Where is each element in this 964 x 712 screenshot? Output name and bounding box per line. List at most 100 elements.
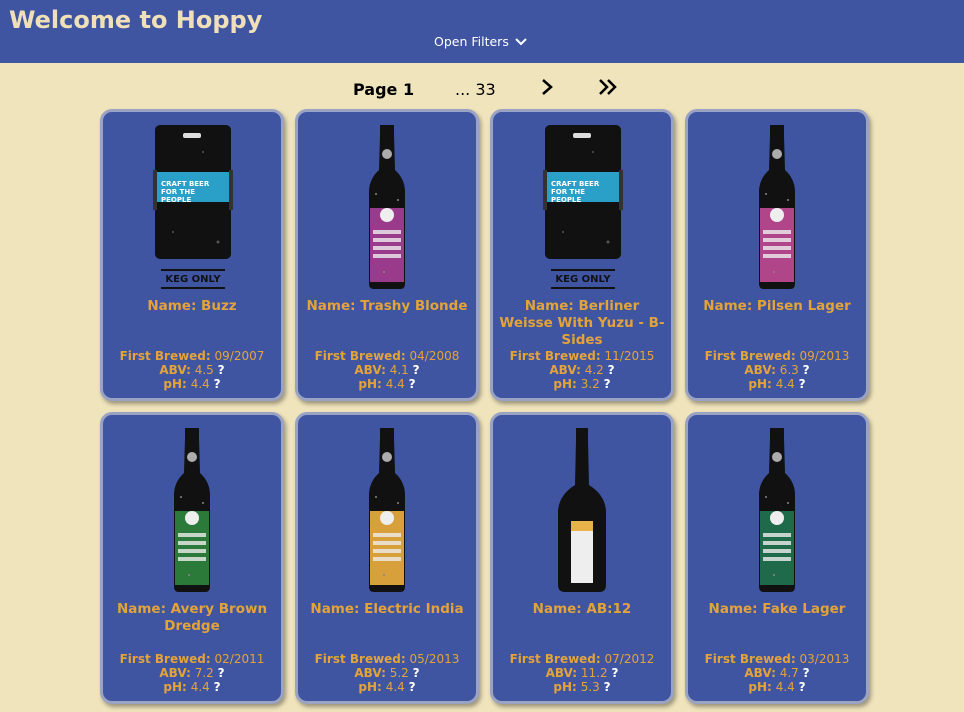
abv-help-icon[interactable]: ? bbox=[803, 363, 810, 377]
chevron-right-icon[interactable] bbox=[540, 78, 554, 96]
beer-card[interactable]: Name: Electric India First Brewed: 05/20… bbox=[295, 412, 479, 704]
beer-stats: First Brewed: 05/2013 ABV: 5.2 ? pH: 4.4… bbox=[298, 652, 476, 694]
beer-card[interactable]: Name: Trashy Blonde First Brewed: 04/200… bbox=[295, 109, 479, 401]
ph-help-icon[interactable]: ? bbox=[604, 680, 611, 694]
abv-row: ABV: 4.1 ? bbox=[298, 363, 476, 377]
ph-label: pH: bbox=[553, 377, 577, 391]
bottle-icon bbox=[298, 425, 476, 595]
abv-help-icon[interactable]: ? bbox=[218, 363, 225, 377]
abv-row: ABV: 4.7 ? bbox=[688, 666, 866, 680]
abv-value: 4.7 bbox=[779, 666, 799, 680]
ph-value: 5.3 bbox=[580, 680, 600, 694]
first-brewed-row: First Brewed: 09/2013 bbox=[688, 349, 866, 363]
svg-text:PEOPLE: PEOPLE bbox=[161, 196, 191, 204]
abv-row: ABV: 11.2 ? bbox=[493, 666, 671, 680]
beer-stats: First Brewed: 11/2015 ABV: 4.2 ? pH: 3.2… bbox=[493, 349, 671, 391]
first-brewed-value: 02/2011 bbox=[214, 652, 265, 666]
first-brewed-label: First Brewed: bbox=[314, 349, 406, 363]
ph-help-icon[interactable]: ? bbox=[799, 377, 806, 391]
double-chevron-right-icon[interactable] bbox=[598, 78, 618, 96]
beer-card[interactable]: CRAFT BEER FOR THE PEOPLE KEG ONLY Name:… bbox=[100, 109, 284, 401]
abv-help-icon[interactable]: ? bbox=[413, 363, 420, 377]
ph-label: pH: bbox=[748, 377, 772, 391]
bottle-icon bbox=[688, 425, 866, 595]
ph-value: 4.4 bbox=[775, 377, 795, 391]
app-header: Welcome to Hoppy Open Filters bbox=[0, 0, 964, 63]
bottle-icon bbox=[688, 122, 866, 292]
tall-bottle-icon bbox=[493, 425, 671, 595]
ph-help-icon[interactable]: ? bbox=[214, 377, 221, 391]
svg-text:KEG ONLY: KEG ONLY bbox=[555, 274, 611, 285]
open-filters-toggle[interactable]: Open Filters bbox=[434, 34, 527, 49]
first-brewed-row: First Brewed: 05/2013 bbox=[298, 652, 476, 666]
beer-stats: First Brewed: 09/2013 ABV: 6.3 ? pH: 4.4… bbox=[688, 349, 866, 391]
abv-label: ABV: bbox=[744, 363, 776, 377]
svg-text:FOR THE: FOR THE bbox=[161, 188, 195, 196]
abv-help-icon[interactable]: ? bbox=[803, 666, 810, 680]
abv-help-icon[interactable]: ? bbox=[608, 363, 615, 377]
beer-name: Name: Pilsen Lager bbox=[703, 298, 851, 314]
abv-value: 11.2 bbox=[580, 666, 608, 680]
abv-help-icon[interactable]: ? bbox=[218, 666, 225, 680]
abv-value: 4.1 bbox=[389, 363, 409, 377]
bottle-icon bbox=[103, 425, 281, 595]
ph-value: 4.4 bbox=[775, 680, 795, 694]
app-title: Welcome to Hoppy bbox=[9, 6, 263, 34]
first-brewed-value: 09/2013 bbox=[799, 349, 850, 363]
first-brewed-row: First Brewed: 09/2007 bbox=[103, 349, 281, 363]
abv-label: ABV: bbox=[159, 666, 191, 680]
first-brewed-value: 03/2013 bbox=[799, 652, 850, 666]
ph-row: pH: 4.4 ? bbox=[103, 680, 281, 694]
ph-help-icon[interactable]: ? bbox=[409, 377, 416, 391]
beer-card[interactable]: Name: Avery Brown Dredge First Brewed: 0… bbox=[100, 412, 284, 704]
abv-row: ABV: 6.3 ? bbox=[688, 363, 866, 377]
abv-help-icon[interactable]: ? bbox=[611, 666, 618, 680]
svg-text:PEOPLE: PEOPLE bbox=[551, 196, 581, 204]
ph-value: 4.4 bbox=[385, 377, 405, 391]
svg-text:KEG ONLY: KEG ONLY bbox=[165, 274, 221, 285]
last-page-link[interactable]: ... 33 bbox=[455, 80, 496, 99]
first-brewed-row: First Brewed: 04/2008 bbox=[298, 349, 476, 363]
ph-help-icon[interactable]: ? bbox=[604, 377, 611, 391]
ph-help-icon[interactable]: ? bbox=[799, 680, 806, 694]
beer-name: Name: Trashy Blonde bbox=[306, 298, 468, 314]
abv-label: ABV: bbox=[354, 666, 386, 680]
ph-label: pH: bbox=[163, 377, 187, 391]
ph-value: 4.4 bbox=[385, 680, 405, 694]
ph-help-icon[interactable]: ? bbox=[409, 680, 416, 694]
ph-row: pH: 4.4 ? bbox=[688, 680, 866, 694]
keg-icon: CRAFT BEER FOR THE PEOPLE KEG ONLY bbox=[493, 122, 671, 292]
svg-text:CRAFT BEER: CRAFT BEER bbox=[161, 180, 210, 188]
first-brewed-label: First Brewed: bbox=[509, 349, 601, 363]
ph-row: pH: 4.4 ? bbox=[298, 377, 476, 391]
first-brewed-row: First Brewed: 02/2011 bbox=[103, 652, 281, 666]
first-brewed-value: 05/2013 bbox=[409, 652, 460, 666]
abv-help-icon[interactable]: ? bbox=[413, 666, 420, 680]
first-brewed-value: 04/2008 bbox=[409, 349, 460, 363]
first-brewed-value: 07/2012 bbox=[604, 652, 655, 666]
ph-label: pH: bbox=[553, 680, 577, 694]
abv-label: ABV: bbox=[354, 363, 386, 377]
bottle-icon bbox=[298, 122, 476, 292]
abv-label: ABV: bbox=[159, 363, 191, 377]
beer-stats: First Brewed: 09/2007 ABV: 4.5 ? pH: 4.4… bbox=[103, 349, 281, 391]
keg-icon: CRAFT BEER FOR THE PEOPLE KEG ONLY bbox=[103, 122, 281, 292]
abv-label: ABV: bbox=[744, 666, 776, 680]
beer-card[interactable]: Name: Pilsen Lager First Brewed: 09/2013… bbox=[685, 109, 869, 401]
beer-card[interactable]: Name: AB:12 First Brewed: 07/2012 ABV: 1… bbox=[490, 412, 674, 704]
beer-name: Name: AB:12 bbox=[532, 601, 632, 617]
first-brewed-label: First Brewed: bbox=[704, 349, 796, 363]
first-brewed-label: First Brewed: bbox=[509, 652, 601, 666]
beer-stats: First Brewed: 02/2011 ABV: 7.2 ? pH: 4.4… bbox=[103, 652, 281, 694]
first-brewed-row: First Brewed: 03/2013 bbox=[688, 652, 866, 666]
beer-card[interactable]: Name: Fake Lager First Brewed: 03/2013 A… bbox=[685, 412, 869, 704]
beer-card[interactable]: CRAFT BEER FOR THE PEOPLE KEG ONLY Name:… bbox=[490, 109, 674, 401]
ph-row: pH: 4.4 ? bbox=[298, 680, 476, 694]
ph-value: 3.2 bbox=[580, 377, 600, 391]
first-brewed-label: First Brewed: bbox=[119, 652, 211, 666]
beer-name: Name: Avery Brown Dredge bbox=[116, 601, 268, 634]
abv-row: ABV: 4.5 ? bbox=[103, 363, 281, 377]
ph-label: pH: bbox=[748, 680, 772, 694]
ph-help-icon[interactable]: ? bbox=[214, 680, 221, 694]
abv-value: 5.2 bbox=[389, 666, 409, 680]
